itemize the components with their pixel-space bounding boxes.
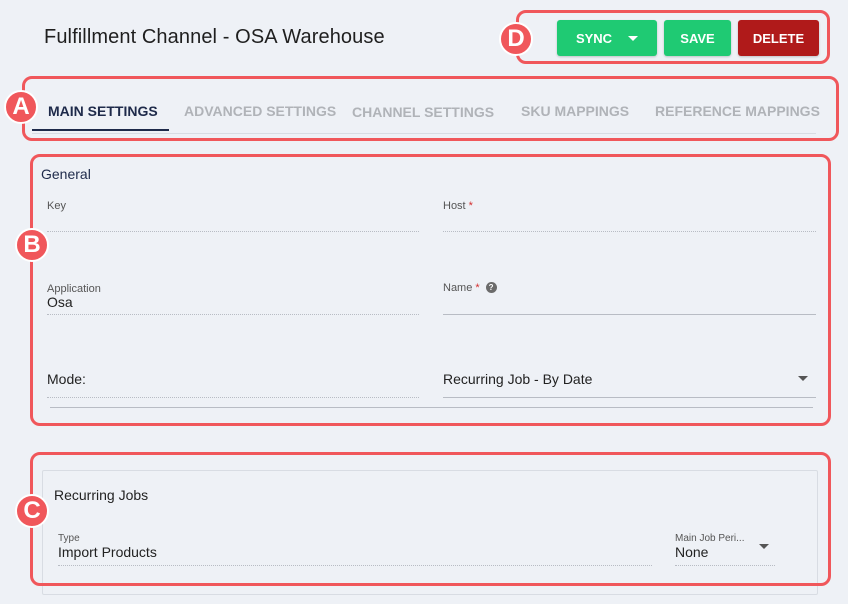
annotation-box-d (516, 10, 830, 64)
annotation-box-a (22, 76, 839, 141)
annotation-badge-c: C (15, 494, 49, 528)
annotation-box-b (30, 154, 831, 426)
annotation-badge-d: D (499, 22, 533, 56)
annotation-badge-b: B (15, 228, 49, 262)
annotation-badge-a: A (4, 90, 38, 124)
annotation-box-c (30, 452, 831, 586)
page-title: Fulfillment Channel - OSA Warehouse (44, 26, 385, 48)
